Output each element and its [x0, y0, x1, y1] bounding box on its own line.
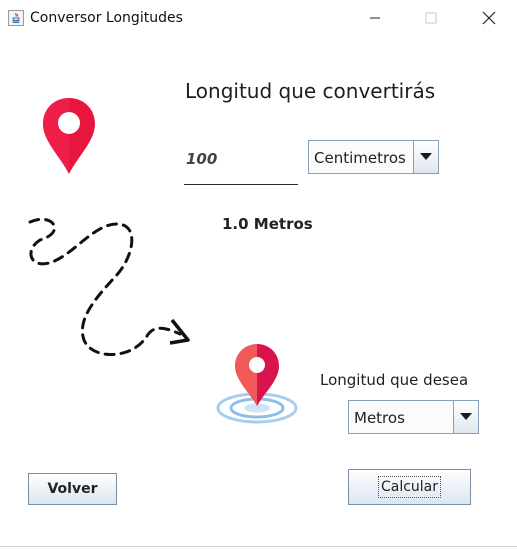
location-pin-icon	[43, 98, 95, 174]
conversion-result: 1.0 Metros	[222, 215, 313, 233]
title-bar: Conversor Longitudes	[0, 0, 517, 36]
from-unit-value: Centimetros	[314, 149, 406, 167]
minimize-icon	[370, 17, 380, 19]
to-unit-dropdown-button[interactable]	[453, 401, 478, 433]
close-icon	[482, 11, 496, 25]
java-app-icon	[8, 10, 24, 26]
chevron-down-icon	[460, 413, 472, 420]
close-button[interactable]	[466, 0, 512, 36]
back-button[interactable]: Volver	[28, 473, 117, 505]
target-length-label: Longitud que desea	[320, 371, 469, 389]
chevron-down-icon	[420, 153, 432, 160]
from-unit-select[interactable]: Centimetros	[308, 140, 439, 174]
from-unit-dropdown-button[interactable]	[413, 141, 438, 173]
minimize-button[interactable]	[352, 0, 398, 36]
window-bottom-edge	[0, 546, 517, 547]
destination-pin-icon	[216, 344, 298, 424]
length-input-value: 100	[186, 150, 218, 168]
to-unit-select[interactable]: Metros	[348, 400, 479, 434]
length-input[interactable]: 100	[184, 142, 298, 185]
maximize-button[interactable]	[408, 0, 454, 36]
window-title: Conversor Longitudes	[30, 10, 183, 26]
back-button-label: Volver	[47, 481, 98, 497]
calculate-button-label: Calcular	[377, 476, 442, 498]
maximize-icon	[425, 12, 437, 24]
to-unit-value: Metros	[354, 409, 405, 427]
calculate-button[interactable]: Calcular	[348, 469, 471, 505]
dashed-route-arrow-icon	[28, 217, 190, 356]
main-length-label: Longitud que convertirás	[185, 79, 436, 103]
